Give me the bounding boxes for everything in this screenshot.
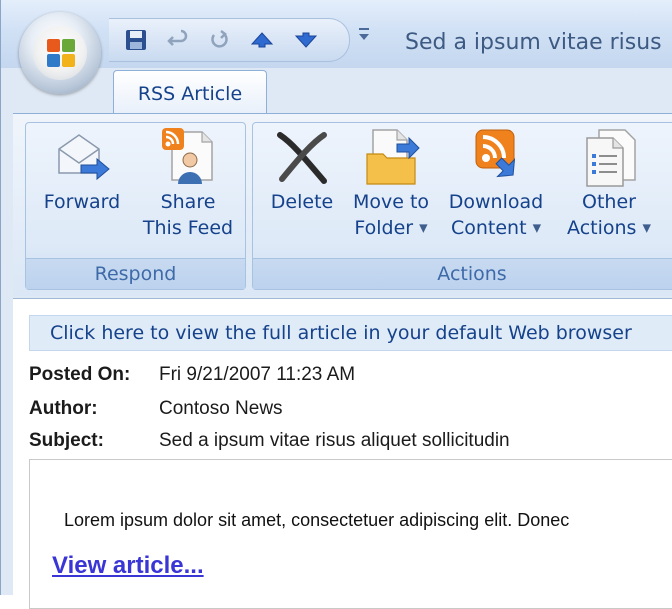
subject-value: Sed a ipsum vitae risus aliquet sollicit… [159,430,510,451]
download-label-line2: Content ▼ [450,217,542,239]
undo-icon[interactable] [165,27,191,53]
forward-label: Forward [43,191,121,213]
subject-row: Subject: Sed a ipsum vitae risus aliquet … [29,429,510,452]
author-label: Author: [29,398,98,419]
group-actions: Delete Move to Folder ▼ Download Content… [252,122,672,290]
view-full-article-infobar[interactable]: Click here to view the full article in y… [29,315,672,351]
group-actions-label: Actions [253,258,672,289]
move-to-folder-icon [361,125,421,189]
ribbon: Forward Share This Feed Respond Delete M… [13,113,672,296]
forward-button[interactable]: Forward [36,125,128,215]
delete-button[interactable]: Delete [265,125,339,215]
chevron-down-icon: ▼ [532,221,542,235]
posted-on-value: Fri 9/21/2007 11:23 AM [159,364,356,385]
article-body: Lorem ipsum dolor sit amet, consectetuer… [29,459,672,609]
delete-icon [272,125,332,189]
forward-icon [52,125,112,189]
share-feed-button[interactable]: Share This Feed [138,125,238,241]
article-pane: Click here to view the full article in y… [13,298,672,609]
other-label-line1: Other [582,191,636,213]
article-text: Lorem ipsum dolor sit amet, consectetuer… [64,510,570,530]
tab-rss-article[interactable]: RSS Article [113,70,267,116]
move-label-line1: Move to [352,191,430,213]
download-content-button[interactable]: Download Content ▼ [441,125,551,242]
customize-qat-icon[interactable] [357,26,371,48]
title-bar: Sed a ipsum vitae risus [1,0,672,68]
move-to-folder-button[interactable]: Move to Folder ▼ [347,125,435,242]
save-icon[interactable] [123,27,149,53]
quick-access-toolbar [109,18,350,62]
view-article-link[interactable]: View article... [52,552,204,580]
share-label-line1: Share [160,191,216,213]
chevron-down-icon: ▼ [419,221,428,235]
other-label-line2: Actions ▼ [567,217,651,239]
delete-label: Delete [270,191,334,213]
previous-item-icon[interactable] [249,27,275,53]
other-actions-button[interactable]: Other Actions ▼ [559,125,659,242]
posted-on-row: Posted On: Fri 9/21/2007 11:23 AM [29,363,355,386]
subject-label: Subject: [29,430,104,451]
move-label-line2: Folder ▼ [354,217,428,239]
group-respond-label: Respond [26,258,245,289]
next-item-icon[interactable] [293,27,319,53]
office-logo-icon [47,39,75,67]
posted-on-label: Posted On: [29,364,131,385]
author-row: Author: Contoso News [29,397,283,420]
download-content-icon [466,125,526,189]
office-button[interactable] [19,12,101,94]
chevron-down-icon: ▼ [642,221,651,235]
group-respond: Forward Share This Feed Respond [25,122,246,290]
other-actions-icon [579,125,639,189]
window-title: Sed a ipsum vitae risus [405,30,662,55]
author-value: Contoso News [159,398,283,419]
redo-icon[interactable] [207,27,233,53]
share-feed-icon [158,125,218,189]
share-label-line2: This Feed [142,217,234,239]
download-label-line1: Download [448,191,544,213]
outlook-rss-window: Sed a ipsum vitae risus RSS Article Forw… [0,0,672,609]
